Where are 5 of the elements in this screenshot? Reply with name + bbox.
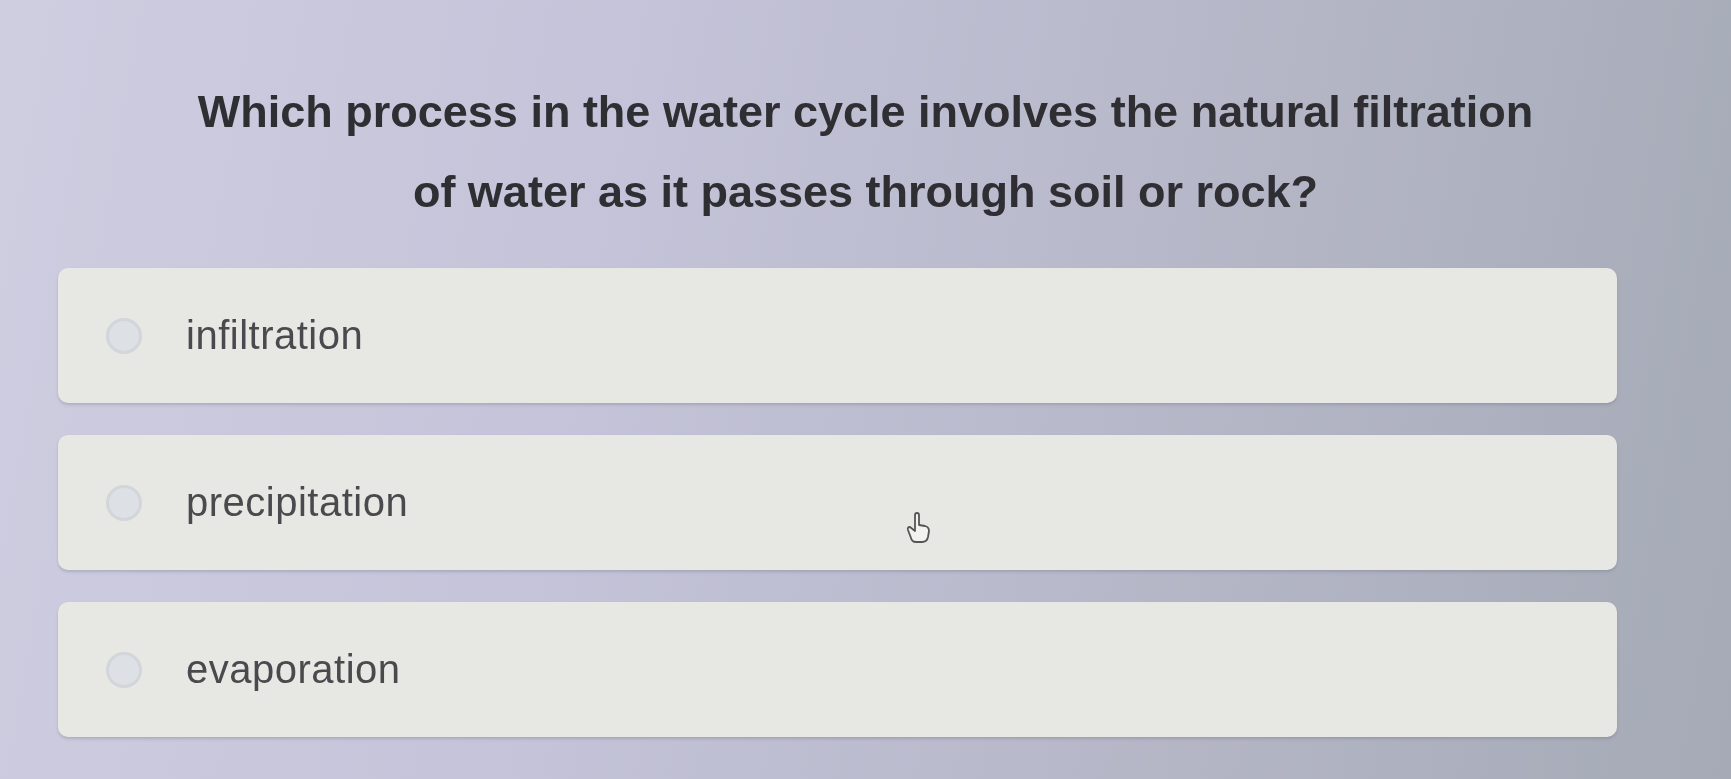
answer-option[interactable]: infiltration — [58, 268, 1617, 403]
pointer-cursor-icon — [906, 512, 932, 544]
answer-option[interactable]: evaporation — [58, 602, 1617, 737]
question-text: Which process in the water cycle involves the natural filtration of water as it passes through soil or rock? — [196, 85, 1535, 219]
answer-option[interactable]: precipitation — [58, 435, 1617, 570]
